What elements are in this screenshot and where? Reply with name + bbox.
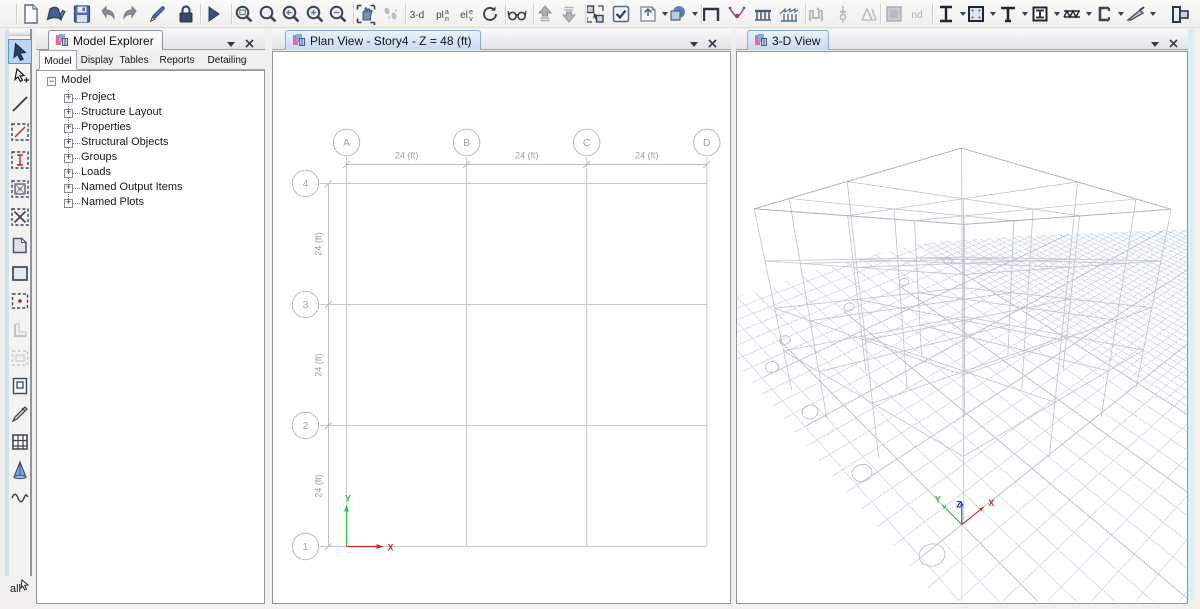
- svg-text:D: D: [703, 137, 711, 149]
- svg-text:e: e: [469, 9, 473, 16]
- svg-text:24 (ft): 24 (ft): [395, 151, 419, 161]
- svg-text:n: n: [445, 16, 449, 23]
- svg-text:B: B: [463, 137, 470, 149]
- svg-text:Y: Y: [935, 494, 941, 504]
- svg-text:A: A: [343, 137, 350, 149]
- svg-text:24 (ft): 24 (ft): [314, 353, 324, 377]
- svg-text:3-d: 3-d: [410, 10, 424, 21]
- svg-text:el: el: [460, 10, 468, 21]
- svg-text:pl: pl: [436, 10, 444, 21]
- svg-text:nd: nd: [911, 10, 922, 21]
- svg-text:1: 1: [303, 541, 309, 553]
- svg-text:X: X: [388, 543, 394, 553]
- svg-text:24 (ft): 24 (ft): [515, 151, 539, 161]
- svg-text:Y: Y: [345, 494, 351, 504]
- svg-text:C: C: [583, 137, 591, 149]
- svg-text:X: X: [988, 498, 994, 508]
- svg-text:2: 2: [303, 420, 309, 432]
- svg-text:a: a: [445, 9, 449, 16]
- svg-text:24 (ft): 24 (ft): [314, 474, 324, 498]
- svg-text:4: 4: [303, 178, 309, 190]
- svg-text:24 (ft): 24 (ft): [635, 151, 659, 161]
- svg-text:v: v: [469, 16, 473, 23]
- svg-text:Z: Z: [956, 500, 962, 510]
- svg-text:3: 3: [303, 299, 309, 311]
- svg-text:24 (ft): 24 (ft): [314, 232, 324, 256]
